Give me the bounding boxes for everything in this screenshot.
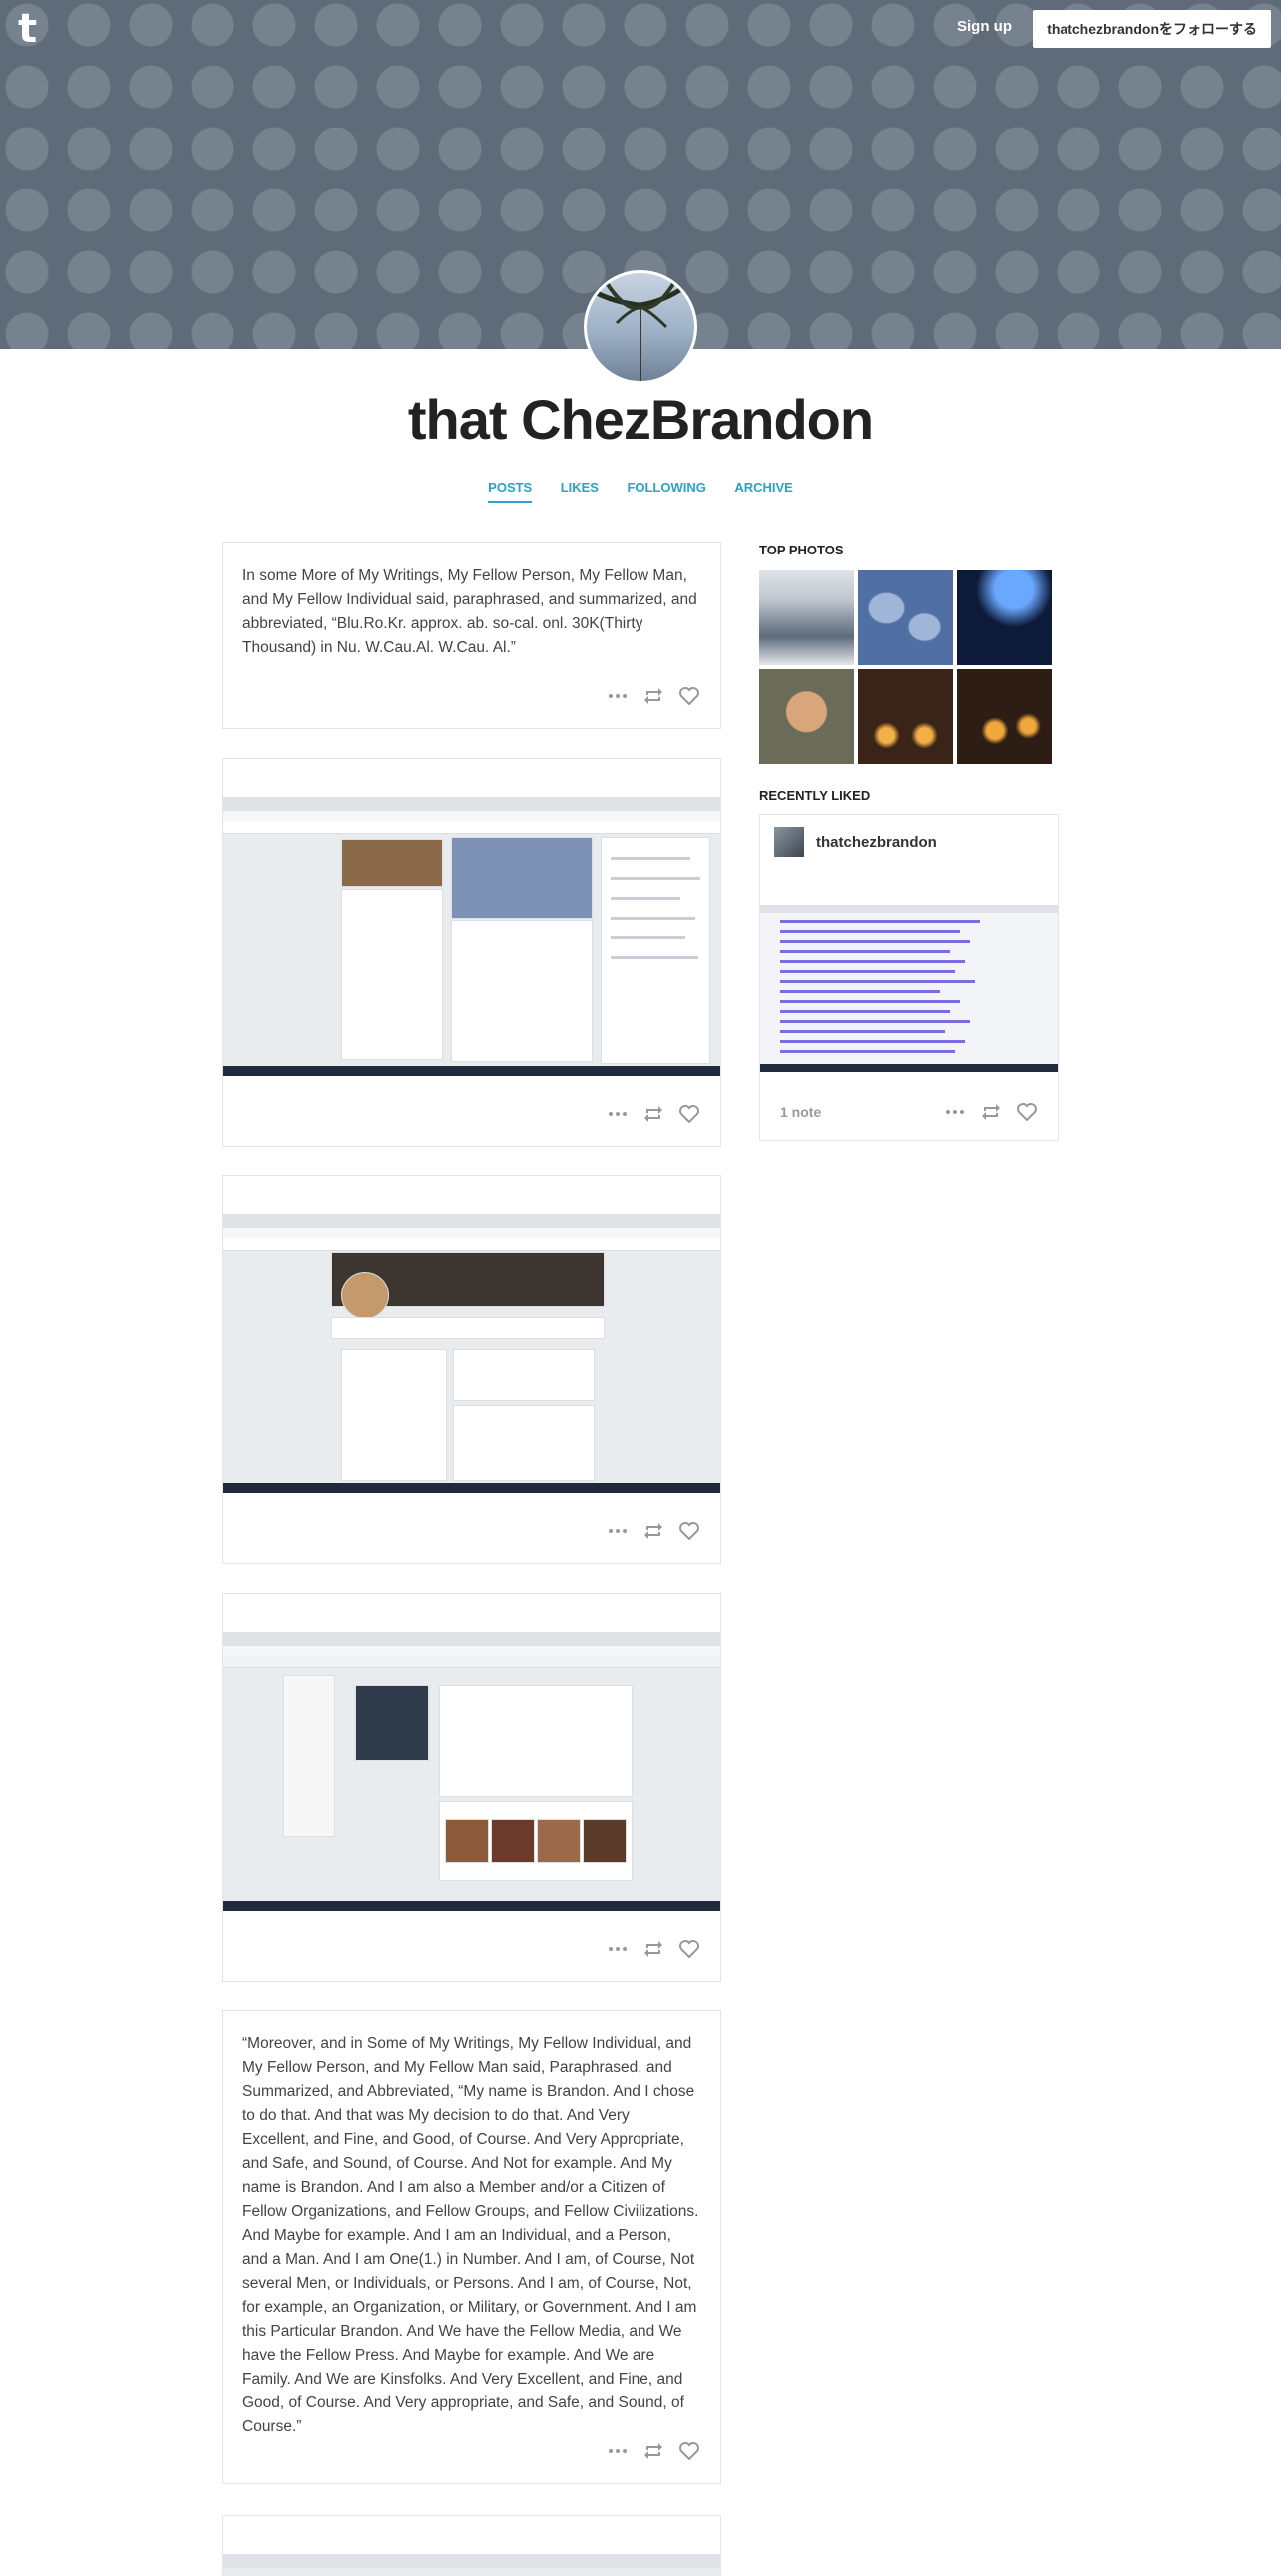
blog-nav: POSTS LIKES FOLLOWING ARCHIVE: [0, 479, 1281, 503]
more-icon[interactable]: [944, 1102, 966, 1122]
reblog-icon[interactable]: [980, 1102, 1002, 1122]
blog-avatar[interactable]: [584, 270, 697, 384]
recently-liked-heading: RECENTLY LIKED: [759, 788, 871, 803]
post-photo[interactable]: [223, 1632, 720, 1911]
sign-up-link[interactable]: Sign up: [957, 18, 1012, 35]
photo-post: [222, 2515, 721, 2576]
liked-post-photo[interactable]: [760, 905, 1058, 1072]
top-photo[interactable]: [858, 669, 953, 764]
post-actions: [944, 1102, 1038, 1122]
top-photo[interactable]: [957, 570, 1052, 665]
reblog-icon[interactable]: [642, 2441, 664, 2461]
more-icon[interactable]: [607, 2441, 629, 2461]
post-actions: [607, 2441, 700, 2461]
text-post: In some More of My Writings, My Fellow P…: [222, 542, 721, 729]
reblog-icon[interactable]: [642, 686, 664, 706]
heart-icon[interactable]: [678, 1939, 700, 1959]
follow-button[interactable]: thatchezbrandonをフォローする: [1033, 10, 1271, 48]
more-icon[interactable]: [607, 1521, 629, 1541]
post-actions: [607, 1939, 700, 1959]
reblog-icon[interactable]: [642, 1521, 664, 1541]
post-photo[interactable]: [223, 797, 720, 1076]
post-actions: [607, 1521, 700, 1541]
more-icon[interactable]: [607, 1104, 629, 1124]
nav-likes[interactable]: LIKES: [561, 480, 599, 501]
top-photo[interactable]: [759, 570, 854, 665]
post-photo[interactable]: [223, 1214, 720, 1493]
liked-post: thatchezbrandon 1 note: [759, 814, 1059, 1141]
top-photos-grid: [759, 570, 1055, 764]
notes-count[interactable]: 1 note: [780, 1104, 821, 1120]
post-photo[interactable]: [223, 2554, 720, 2576]
post-actions: [607, 686, 700, 706]
text-post: “Moreover, and in Some of My Writings, M…: [222, 2010, 721, 2484]
more-icon[interactable]: [607, 686, 629, 706]
heart-icon[interactable]: [678, 1521, 700, 1541]
top-photo[interactable]: [858, 570, 953, 665]
post-text: In some More of My Writings, My Fellow P…: [242, 567, 697, 656]
liked-post-author[interactable]: thatchezbrandon: [774, 827, 937, 857]
nav-archive[interactable]: ARCHIVE: [734, 480, 793, 501]
photo-post: [222, 1593, 721, 1982]
avatar: [774, 827, 804, 857]
heart-icon[interactable]: [1016, 1102, 1038, 1122]
tumblr-logo-icon[interactable]: t: [18, 6, 37, 52]
reblog-icon[interactable]: [642, 1939, 664, 1959]
post-text: “Moreover, and in Some of My Writings, M…: [242, 2035, 699, 2435]
reblog-icon[interactable]: [642, 1104, 664, 1124]
top-photo[interactable]: [759, 669, 854, 764]
heart-icon[interactable]: [678, 1104, 700, 1124]
top-photo[interactable]: [957, 669, 1052, 764]
post-actions: [607, 1104, 700, 1124]
photo-post: [222, 758, 721, 1147]
blog-title: that ChezBrandon: [407, 388, 874, 451]
nav-following[interactable]: FOLLOWING: [627, 480, 705, 501]
more-icon[interactable]: [607, 1939, 629, 1959]
photo-post: [222, 1175, 721, 1564]
liked-username: thatchezbrandon: [816, 833, 937, 851]
heart-icon[interactable]: [678, 686, 700, 706]
nav-posts[interactable]: POSTS: [488, 480, 533, 503]
heart-icon[interactable]: [678, 2441, 700, 2461]
top-photos-heading: TOP PHOTOS: [759, 543, 844, 557]
